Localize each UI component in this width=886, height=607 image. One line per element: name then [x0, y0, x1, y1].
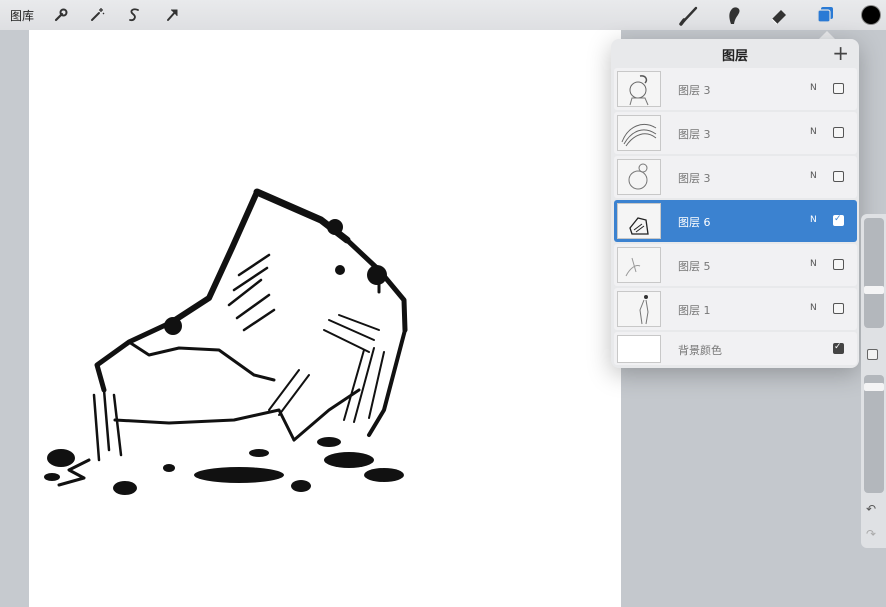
- top-toolbar: 图库: [0, 0, 886, 30]
- undo-icon[interactable]: ↶: [866, 502, 876, 516]
- blend-mode-button[interactable]: N: [810, 127, 817, 137]
- blend-mode-button[interactable]: N: [810, 215, 817, 225]
- layer-name: 图层 3: [678, 128, 711, 141]
- layer-name: 图层 6: [678, 216, 711, 229]
- check-icon: ✓: [834, 214, 842, 224]
- color-picker-swatch[interactable]: [862, 6, 880, 24]
- modify-button[interactable]: [867, 349, 878, 360]
- eraser-icon[interactable]: [768, 4, 790, 26]
- blend-mode-button[interactable]: N: [810, 171, 817, 181]
- layers-panel: 图层 + 图层 3 N 图层 3 N 图层 3 N 图层 6 N ✓ 图层 5 …: [611, 39, 859, 368]
- visibility-checkbox[interactable]: [833, 259, 844, 270]
- layer-name: 图层 3: [678, 84, 711, 97]
- panel-title: 图层: [721, 49, 748, 64]
- visibility-checkbox[interactable]: [833, 127, 844, 138]
- check-icon: ✓: [834, 342, 842, 352]
- layer-thumbnail: [617, 247, 661, 283]
- layer-row-selected[interactable]: 图层 6 N ✓: [614, 200, 857, 242]
- layer-thumbnail: [617, 159, 661, 195]
- wrench-icon[interactable]: [52, 6, 70, 24]
- add-layer-button[interactable]: +: [832, 41, 849, 65]
- layer-thumbnail: [617, 115, 661, 151]
- background-color-swatch[interactable]: [617, 335, 661, 363]
- brush-size-slider[interactable]: [864, 218, 884, 328]
- layer-thumbnail: [617, 203, 661, 239]
- background-color-row[interactable]: 背景颜色 ✓: [614, 332, 857, 365]
- layer-name: 背景颜色: [678, 344, 722, 357]
- transform-arrow-icon[interactable]: [163, 6, 181, 24]
- visibility-checkbox[interactable]: [833, 303, 844, 314]
- visibility-checkbox[interactable]: ✓: [833, 342, 844, 354]
- layer-name: 图层 1: [678, 304, 711, 317]
- blend-mode-button[interactable]: N: [810, 259, 817, 269]
- redo-icon[interactable]: ↷: [866, 527, 876, 541]
- layer-name: 图层 3: [678, 172, 711, 185]
- blend-mode-button[interactable]: N: [810, 303, 817, 313]
- visibility-checkbox[interactable]: ✓: [833, 214, 844, 226]
- drawing-canvas[interactable]: [29, 30, 621, 607]
- smudge-icon[interactable]: [723, 4, 745, 26]
- layer-row[interactable]: 图层 3 N: [614, 156, 857, 198]
- magic-wand-icon[interactable]: [88, 6, 106, 24]
- selection-icon[interactable]: [125, 6, 143, 24]
- ink-drawing: [44, 188, 408, 495]
- visibility-checkbox[interactable]: [833, 83, 844, 94]
- layer-name: 图层 5: [678, 260, 711, 273]
- opacity-slider[interactable]: [864, 375, 884, 493]
- layer-thumbnail: [617, 71, 661, 107]
- opacity-handle[interactable]: [864, 383, 884, 391]
- brush-icon[interactable]: [678, 4, 700, 26]
- brush-size-handle[interactable]: [864, 286, 884, 294]
- layers-icon[interactable]: [814, 4, 836, 26]
- layer-thumbnail: [617, 291, 661, 327]
- canvas-margin: [0, 30, 29, 607]
- layer-row[interactable]: 图层 1 N: [614, 288, 857, 330]
- layer-row[interactable]: 图层 5 N: [614, 244, 857, 286]
- gallery-button[interactable]: 图库: [10, 7, 34, 24]
- layer-row[interactable]: 图层 3 N: [614, 112, 857, 154]
- visibility-checkbox[interactable]: [833, 171, 844, 182]
- blend-mode-button[interactable]: N: [810, 83, 817, 93]
- layer-row[interactable]: 图层 3 N: [614, 68, 857, 110]
